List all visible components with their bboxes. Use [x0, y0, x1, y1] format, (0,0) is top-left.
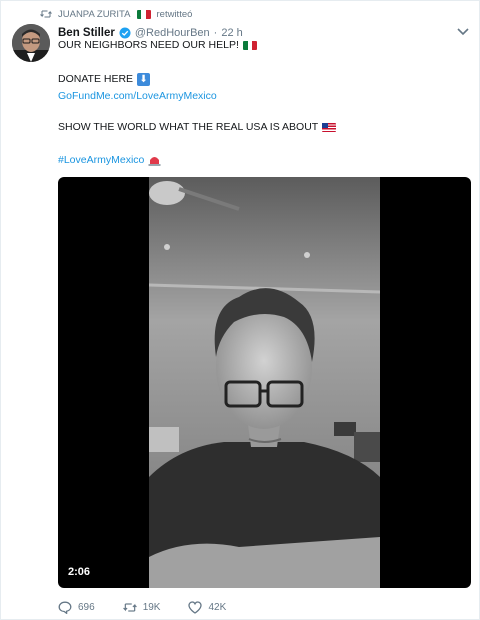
tweet-text-line-4: #LoveArmyMexico	[58, 153, 161, 167]
retweet-context: JUANPA ZURITA retwitteó	[40, 6, 192, 22]
tweet-text-headline: OUR NEIGHBORS NEED OUR HELP!	[58, 39, 239, 51]
avatar[interactable]	[12, 24, 50, 62]
heart-icon	[188, 600, 203, 614]
retweet-icon	[122, 602, 137, 612]
siren-emoji-icon	[148, 157, 161, 166]
donate-text: DONATE HERE	[58, 73, 134, 85]
tweet-text-line-2: DONATE HERE ⬇	[58, 72, 151, 86]
video-duration: 2:06	[68, 566, 91, 578]
video-player[interactable]: 2:06	[58, 177, 471, 588]
mexico-flag-emoji-icon	[136, 9, 151, 19]
retweet-count: 19K	[142, 601, 161, 613]
retweeter-name[interactable]: JUANPA ZURITA	[58, 9, 131, 20]
chevron-down-icon[interactable]	[456, 27, 470, 37]
gofundme-link[interactable]: GoFundMe.com/LoveArmyMexico	[58, 89, 217, 103]
video-still-image	[149, 177, 380, 588]
reply-icon	[58, 601, 72, 614]
down-arrow-emoji-icon: ⬇	[137, 72, 151, 86]
reply-count: 696	[78, 601, 95, 613]
mexico-flag-emoji-icon	[242, 40, 257, 50]
video-thumbnail	[149, 177, 380, 588]
retweet-suffix: retwitteó	[156, 8, 193, 20]
tweet-text-line-1: OUR NEIGHBORS NEED OUR HELP!	[58, 38, 257, 52]
tweet-text-line-3: SHOW THE WORLD WHAT THE REAL USA IS ABOU…	[58, 120, 337, 134]
reply-button[interactable]: 696	[58, 601, 95, 614]
like-button[interactable]: 42K	[188, 600, 227, 614]
us-flag-emoji-icon	[322, 122, 337, 132]
retweet-icon	[40, 10, 52, 18]
tweet-actions: 696 19K 42K	[58, 598, 254, 616]
hashtag-link[interactable]: #LoveArmyMexico	[58, 153, 144, 167]
usa-text: SHOW THE WORLD WHAT THE REAL USA IS ABOU…	[58, 121, 319, 133]
avatar-image	[12, 24, 50, 62]
like-count: 42K	[208, 601, 227, 613]
retweet-button[interactable]: 19K	[122, 601, 161, 614]
